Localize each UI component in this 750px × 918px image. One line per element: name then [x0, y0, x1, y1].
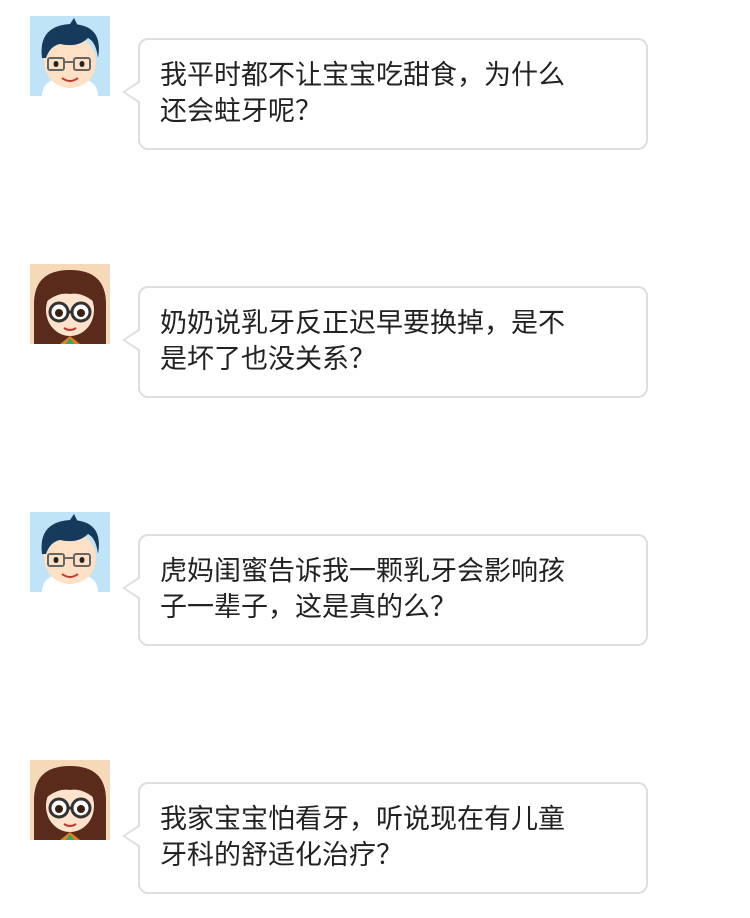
chat-message: 奶奶说乳牙反正迟早要换掉，是不 是坏了也没关系？	[0, 264, 750, 398]
message-text-line: 我家宝宝怕看牙，听说现在有儿童	[160, 804, 565, 835]
message-text-line: 奶奶说乳牙反正迟早要换掉，是不	[160, 308, 565, 339]
message-text-line: 是坏了也没关系？	[160, 344, 376, 375]
boy-avatar-icon	[30, 16, 110, 96]
chat-message: 虎妈闺蜜告诉我一颗乳牙会影响孩 子一辈子，这是真的么？	[0, 512, 750, 646]
girl-avatar-icon	[30, 760, 110, 840]
message-text-line: 子一辈子，这是真的么？	[160, 592, 457, 623]
message-text-line: 虎妈闺蜜告诉我一颗乳牙会影响孩	[160, 556, 565, 587]
message-bubble: 奶奶说乳牙反正迟早要换掉，是不 是坏了也没关系？	[122, 286, 648, 398]
message-bubble: 我家宝宝怕看牙，听说现在有儿童 牙科的舒适化治疗？	[122, 782, 648, 894]
boy-avatar-icon	[30, 512, 110, 592]
girl-avatar-icon	[30, 264, 110, 344]
message-text-line: 我平时都不让宝宝吃甜食，为什么	[160, 60, 565, 91]
message-bubble: 虎妈闺蜜告诉我一颗乳牙会影响孩 子一辈子，这是真的么？	[122, 534, 648, 646]
chat-message: 我平时都不让宝宝吃甜食，为什么 还会蛀牙呢？	[0, 16, 750, 150]
message-bubble: 我平时都不让宝宝吃甜食，为什么 还会蛀牙呢？	[122, 38, 648, 150]
message-text-line: 还会蛀牙呢？	[160, 96, 322, 127]
chat-message: 我家宝宝怕看牙，听说现在有儿童 牙科的舒适化治疗？	[0, 760, 750, 894]
message-text-line: 牙科的舒适化治疗？	[160, 840, 403, 871]
